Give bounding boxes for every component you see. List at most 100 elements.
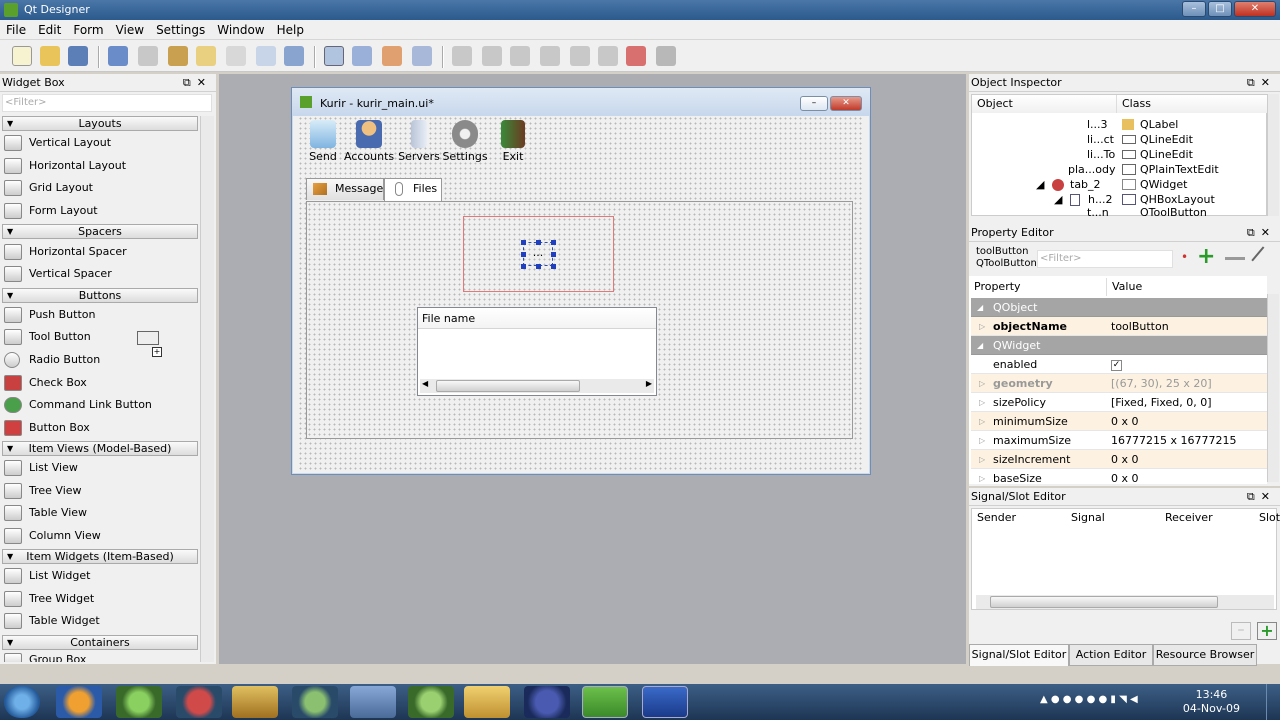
remove-property-icon[interactable] — [1225, 257, 1245, 260]
scroll-right-icon[interactable]: ▶ — [646, 379, 652, 388]
taskbar-clock[interactable]: 13:46 04-Nov-09 — [1183, 688, 1240, 716]
menu-view[interactable]: View — [110, 20, 150, 40]
widget-horizontal-spacer[interactable]: Horizontal Spacer — [2, 241, 198, 263]
tab-message[interactable]: Message — [306, 178, 384, 200]
layout-splitter-v-icon[interactable] — [540, 46, 560, 66]
layout-form-icon[interactable] — [570, 46, 590, 66]
resize-handle[interactable] — [536, 240, 541, 245]
property-row-maximumsize[interactable]: ▷ maximumSize 16777215 x 16777215 — [971, 431, 1267, 450]
property-filter-input[interactable]: <Filter> — [1037, 250, 1173, 268]
object-tree-scrollbar[interactable] — [1267, 94, 1279, 216]
menu-file[interactable]: File — [0, 20, 32, 40]
widget-box-scrollbar[interactable] — [200, 116, 214, 662]
file-name-header[interactable]: File name — [418, 308, 656, 329]
tree-row-class[interactable]: QLineEdit — [1122, 132, 1193, 147]
form-tool-accounts[interactable]: Accounts — [344, 120, 394, 170]
tree-row-class[interactable]: QHBoxLayout — [1122, 192, 1215, 207]
tree-row-class[interactable]: QLabel — [1122, 117, 1178, 132]
resize-handle[interactable] — [551, 264, 556, 269]
tab-resource-browser[interactable]: Resource Browser — [1153, 644, 1257, 666]
menu-help[interactable]: Help — [271, 20, 310, 40]
undo-icon[interactable] — [108, 46, 128, 66]
firefox-icon[interactable] — [56, 686, 102, 718]
widget-list-widget[interactable]: List Widget — [2, 565, 198, 587]
property-table[interactable]: Property Value ◢ QObject ▷ objectName toolB… — [969, 276, 1267, 484]
selected-tool-button[interactable]: ... — [523, 242, 553, 266]
widget-vertical-layout[interactable]: Vertical Layout — [2, 132, 198, 154]
widget-table-widget[interactable]: Table Widget — [2, 610, 198, 632]
resize-handle[interactable] — [536, 264, 541, 269]
eclipse-icon[interactable] — [524, 686, 570, 718]
open-folder-icon[interactable] — [40, 46, 60, 66]
resize-handle[interactable] — [551, 252, 556, 257]
qt-designer-taskbar-icon[interactable] — [582, 686, 628, 718]
form-title-bar[interactable]: Kurir - kurir_main.ui* – ✕ — [292, 88, 870, 116]
scroll-thumb[interactable] — [436, 380, 580, 392]
connections-hscrollbar[interactable] — [976, 595, 1274, 609]
tree-row-class[interactable]: QLineEdit — [1122, 147, 1193, 162]
widget-command-link-button[interactable]: Command Link Button — [2, 394, 198, 416]
file-list-hscrollbar[interactable]: ◀ ▶ — [420, 379, 654, 393]
configure-wrench-icon[interactable] — [1251, 246, 1277, 272]
layout-grid-icon[interactable] — [598, 46, 618, 66]
tree-row-object[interactable]: li...To — [1087, 147, 1115, 162]
class-column-header[interactable]: Class — [1117, 95, 1267, 113]
widget-button-box[interactable]: Button Box — [2, 417, 198, 439]
paste-icon[interactable] — [226, 46, 246, 66]
category-containers[interactable]: ▼ Containers — [2, 635, 198, 650]
add-connection-button[interactable]: + — [1257, 622, 1277, 640]
property-row-sizepolicy[interactable]: ▷ sizePolicy [Fixed, Fixed, 0, 0] — [971, 393, 1267, 412]
layout-splitter-h-icon[interactable] — [510, 46, 530, 66]
file-list-tree[interactable]: File name ◀ ▶ — [417, 307, 657, 396]
category-layouts[interactable]: ▼ Layouts — [2, 116, 198, 131]
widget-list-view[interactable]: List View — [2, 457, 198, 479]
new-file-icon[interactable] — [12, 46, 32, 66]
widget-grid-layout[interactable]: Grid Layout — [2, 177, 198, 199]
raise-icon[interactable] — [284, 46, 304, 66]
tab-files[interactable]: Files — [384, 178, 442, 201]
property-row-sizeincrement[interactable]: ▷ sizeIncrement 0 x 0 — [971, 450, 1267, 469]
layout-horizontal-icon[interactable] — [452, 46, 472, 66]
dock-float-close-icons[interactable]: ⧉✕ — [183, 76, 212, 90]
widget-filter-input[interactable]: <Filter> — [2, 94, 212, 112]
break-layout-icon[interactable] — [626, 46, 646, 66]
minimize-button[interactable]: – — [1182, 1, 1206, 17]
app-green-icon[interactable] — [116, 686, 162, 718]
tab-action-editor[interactable]: Action Editor — [1069, 644, 1153, 666]
widget-form-layout[interactable]: Form Layout — [2, 200, 198, 222]
widget-group-box[interactable]: Group Box — [2, 650, 198, 662]
app-pen-icon[interactable] — [232, 686, 278, 718]
slot-column-header[interactable]: Slot — [1254, 509, 1280, 527]
app-cs-icon[interactable] — [176, 686, 222, 718]
form-canvas[interactable]: Send Accounts Servers Settings Exit Mess… — [298, 116, 864, 470]
tree-row-class[interactable]: QPlainTextEdit — [1122, 162, 1219, 177]
dock-float-close-icons[interactable]: ⧉✕ — [1247, 490, 1276, 504]
tree-row-object[interactable]: t...n — [1087, 207, 1109, 216]
form-tool-servers[interactable]: Servers — [396, 120, 442, 170]
category-spacers[interactable]: ▼ Spacers — [2, 224, 198, 239]
form-window[interactable]: Kurir - kurir_main.ui* – ✕ Send Accounts… — [291, 87, 871, 475]
widget-radio-button[interactable]: Radio Button — [2, 349, 198, 371]
widget-tool-button[interactable]: Tool Button — [2, 326, 198, 348]
edit-tab-order-icon[interactable] — [412, 46, 432, 66]
form-close-button[interactable]: ✕ — [830, 96, 862, 111]
property-table-scrollbar[interactable] — [1267, 294, 1279, 482]
sender-column-header[interactable]: Sender — [972, 509, 1066, 527]
object-column-header[interactable]: Object — [972, 95, 1117, 113]
tree-row-object[interactable]: tab_2 — [1052, 177, 1101, 192]
scroll-left-icon[interactable]: ◀ — [422, 379, 428, 388]
show-desktop-button[interactable] — [1266, 684, 1280, 720]
widget-tree-view[interactable]: Tree View — [2, 480, 198, 502]
form-tool-exit[interactable]: Exit — [490, 120, 536, 170]
explorer-folder-icon[interactable] — [464, 686, 510, 718]
add-property-icon[interactable]: + — [1197, 246, 1217, 268]
resize-handle[interactable] — [521, 264, 526, 269]
widget-vertical-spacer[interactable]: Vertical Spacer — [2, 263, 198, 285]
close-button[interactable]: ✕ — [1234, 1, 1276, 17]
redo-icon[interactable] — [138, 46, 158, 66]
widget-horizontal-layout[interactable]: Horizontal Layout — [2, 155, 198, 177]
widget-column-view[interactable]: Column View — [2, 525, 198, 547]
system-tray-icons[interactable]: ▲ ● ● ● ● ● ▮ ◥ ◀ — [1040, 694, 1170, 710]
widget-table-view[interactable]: Table View — [2, 502, 198, 524]
receiver-column-header[interactable]: Receiver — [1160, 509, 1254, 527]
